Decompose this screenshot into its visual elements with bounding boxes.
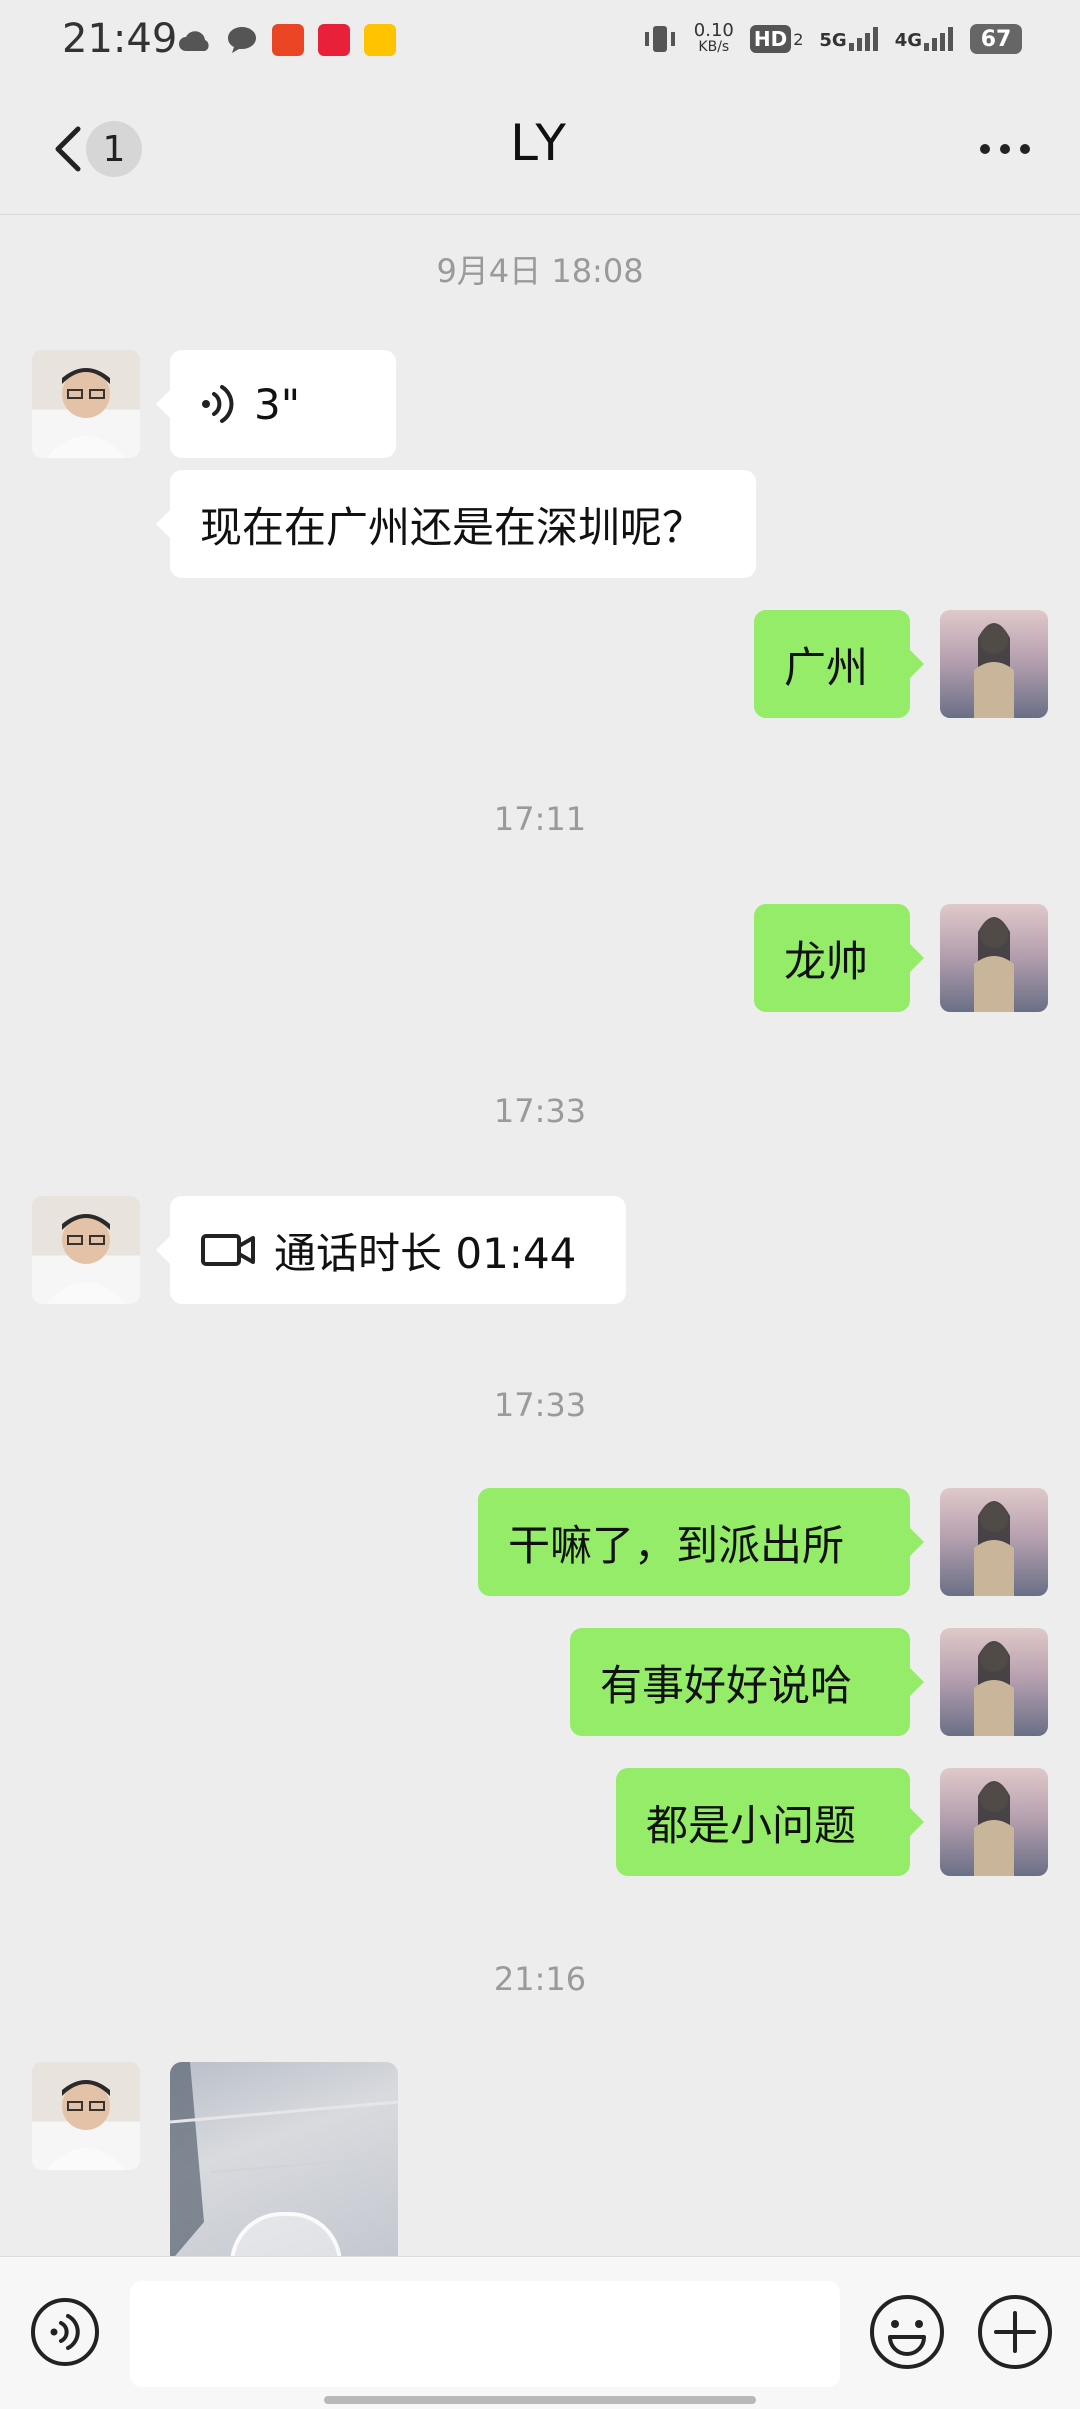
home-indicator[interactable] [324, 2396, 756, 2404]
message-text: 都是小问题 [646, 1800, 857, 1850]
video-call-icon [201, 1234, 255, 1266]
signal-5g: 5G [819, 27, 878, 51]
vibrate-icon [644, 26, 675, 52]
contact-avatar[interactable] [32, 2062, 140, 2170]
video-message-thumbnail[interactable] [170, 2062, 398, 2262]
signal-4g: 4G [895, 27, 954, 51]
my-avatar[interactable] [940, 904, 1048, 1012]
text-message-outgoing[interactable]: 都是小问题 [616, 1768, 924, 1876]
signal-bars-icon [924, 27, 953, 51]
voice-input-icon[interactable] [30, 2297, 100, 2367]
person-icon [46, 2080, 126, 2170]
notification-icons [178, 24, 396, 56]
voice-waves-icon [202, 385, 234, 423]
chat-header: 1 LY [0, 84, 1080, 215]
person-icon [974, 1641, 1014, 1736]
message-text: 现在在广州还是在深圳呢？ [200, 502, 705, 552]
chat-bubble-icon [228, 27, 256, 53]
my-avatar[interactable] [940, 1628, 1048, 1736]
text-message-incoming[interactable]: 现在在广州还是在深圳呢？ [156, 470, 756, 578]
cloud-icon [179, 31, 209, 51]
net-speed-unit: KB/s [698, 39, 730, 55]
emoji-icon[interactable] [868, 2293, 946, 2371]
signal-5g-label: 5G [819, 30, 847, 51]
net-speed: 0.10 KB/s [694, 22, 734, 56]
dot [1020, 144, 1030, 154]
dot [980, 144, 990, 154]
hd-badge: HD [749, 25, 792, 53]
call-record-message[interactable]: 通话时长 01:44 [156, 1196, 626, 1304]
signal-bars-icon [848, 27, 878, 51]
ting-app-icon [272, 24, 304, 56]
voice-message[interactable]: 3" [156, 350, 396, 458]
person-icon [974, 1501, 1014, 1596]
chat-title: LY [510, 114, 570, 172]
call-duration-text: 通话时长 01:44 [274, 1228, 577, 1278]
message-text: 龙帅 [784, 936, 869, 986]
meituan-app-icon [364, 24, 396, 56]
message-timestamp: 17:11 [493, 800, 587, 838]
person-icon [46, 1214, 126, 1304]
chat-input-bar [0, 2256, 1080, 2409]
contact-avatar[interactable] [32, 1196, 140, 1304]
battery-indicator: 67 [970, 24, 1022, 54]
text-message-outgoing[interactable]: 广州 [754, 610, 924, 718]
contact-avatar[interactable] [32, 350, 140, 458]
message-text: 广州 [784, 642, 869, 692]
text-message-outgoing[interactable]: 龙帅 [754, 904, 924, 1012]
message-input[interactable] [130, 2281, 840, 2387]
voice-duration: 3" [254, 379, 301, 429]
person-icon [974, 1781, 1014, 1876]
message-timestamp: 21:16 [493, 1960, 587, 1998]
my-avatar[interactable] [940, 1488, 1048, 1596]
dot [1000, 144, 1010, 154]
more-options-button[interactable] [960, 119, 1050, 179]
text-message-outgoing[interactable]: 有事好好说哈 [570, 1628, 924, 1736]
my-avatar[interactable] [940, 1768, 1048, 1876]
heart-app-icon [318, 24, 350, 56]
net-speed-value: 0.10 [693, 20, 734, 41]
message-timestamp: 9月4日 18:08 [436, 252, 644, 290]
signal-4g-label: 4G [894, 30, 922, 51]
status-time: 21:49 [62, 16, 178, 62]
message-timestamp: 17:33 [493, 1386, 587, 1424]
status-right: 0.10 KB/s HD 2 5G 4G 67 [642, 22, 1022, 56]
text-message-outgoing[interactable]: 干嘛了，到派出所 [478, 1488, 924, 1596]
my-avatar[interactable] [940, 610, 1048, 718]
sim-number: 2 [793, 29, 804, 49]
message-text: 有事好好说哈 [600, 1660, 853, 1710]
person-icon [46, 368, 126, 458]
message-timestamp: 17:33 [493, 1092, 587, 1130]
person-icon [974, 917, 1014, 1012]
message-text: 干嘛了，到派出所 [508, 1520, 845, 1570]
hd-indicator: HD 2 [749, 25, 804, 53]
status-bar: 21:49 0.10 KB/s HD 2 5G 4G 67 [0, 0, 1080, 84]
plus-icon[interactable] [976, 2293, 1054, 2371]
person-icon [974, 623, 1014, 718]
